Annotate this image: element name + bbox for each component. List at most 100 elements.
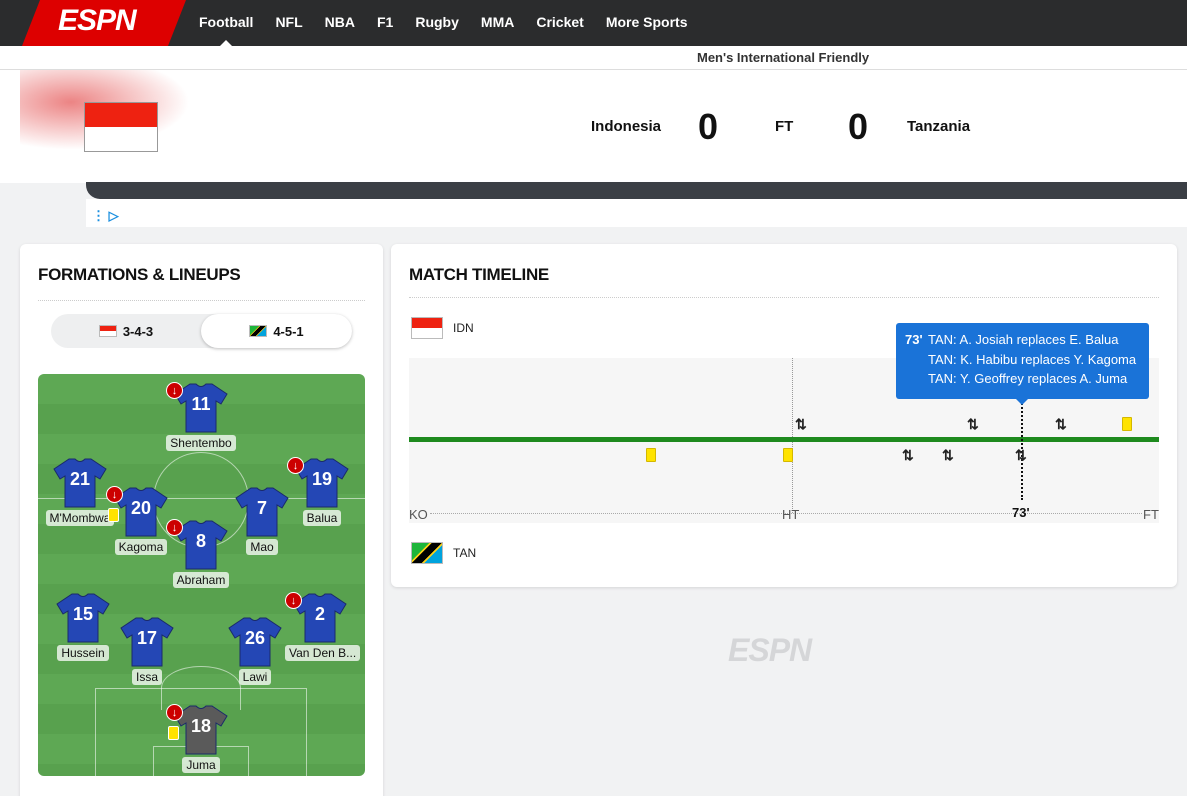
halftime-label: HT	[782, 507, 800, 522]
player-name: Juma	[182, 757, 220, 773]
player-18[interactable]: 18 Juma ↓	[166, 704, 236, 778]
nav-rugby[interactable]: Rugby	[404, 0, 470, 46]
home-team-name[interactable]: Indonesia	[591, 118, 661, 135]
player-name: Balua	[302, 510, 342, 526]
indonesia-flag-icon	[411, 317, 443, 339]
score-strip-bottom-bar	[86, 182, 1187, 199]
espn-logo[interactable]: ESPN	[58, 4, 137, 38]
divider	[409, 297, 1159, 298]
shirt-number: 20	[130, 498, 152, 518]
espn-watermark: ESPN	[728, 632, 812, 668]
timeline-bar	[409, 437, 1159, 442]
ad-strip	[86, 199, 1187, 227]
player-8[interactable]: 8 Abraham ↓	[166, 519, 236, 593]
player-name: Lawi	[238, 669, 272, 685]
nav-f1[interactable]: F1	[366, 0, 404, 46]
player-name: Issa	[131, 669, 162, 685]
fulltime-label: FT	[1143, 507, 1159, 522]
player-name: Abraham	[172, 572, 230, 588]
substitution-icon[interactable]: ⇅	[967, 416, 979, 433]
indonesia-flag-icon	[98, 325, 117, 337]
substitution-icon[interactable]: ⇅	[1055, 416, 1067, 433]
away-team-name[interactable]: Tanzania	[907, 118, 970, 135]
away-score: 0	[848, 106, 869, 147]
substituted-off-icon: ↓	[166, 704, 183, 721]
nav-cricket[interactable]: Cricket	[525, 0, 594, 46]
tooltip-minute: 73'	[905, 332, 923, 347]
player-19[interactable]: 19 Balua ↓	[287, 457, 357, 531]
shirt-icon: 21	[53, 457, 107, 509]
top-nav: ESPN Football NFL NBA F1 Rugby MMA Crick…	[0, 0, 1187, 46]
shirt-icon: 17	[120, 616, 174, 668]
substituted-off-icon: ↓	[287, 457, 304, 474]
nav-nfl[interactable]: NFL	[264, 0, 313, 46]
player-name: Kagoma	[114, 539, 168, 555]
yellow-card-icon	[168, 726, 179, 740]
substitution-icon[interactable]: ⇅	[1015, 447, 1027, 464]
substitution-icon[interactable]: ⇅	[795, 416, 807, 433]
ad-choices-icon[interactable]: ⋮ ▷	[92, 208, 119, 224]
player-21[interactable]: 21 M'Mombwa	[45, 457, 115, 531]
kickoff-label: KO	[409, 507, 428, 522]
indonesia-flag-icon	[84, 102, 158, 152]
divider	[38, 300, 365, 301]
nav-more-sports[interactable]: More Sports	[595, 0, 699, 46]
shirt-number: 17	[136, 628, 158, 648]
timeline-title: MATCH TIMELINE	[409, 265, 549, 284]
player-name: Shentembo	[166, 435, 236, 451]
yellow-card-icon[interactable]	[646, 448, 656, 462]
formations-title: FORMATIONS & LINEUPS	[38, 265, 241, 284]
nav-football[interactable]: Football	[188, 0, 264, 46]
substituted-off-icon: ↓	[166, 382, 183, 399]
shirt-number: 19	[311, 469, 333, 489]
yellow-card-icon[interactable]	[783, 448, 793, 462]
shirt-icon: 7	[235, 486, 289, 538]
yellow-card-icon	[108, 508, 119, 522]
substituted-off-icon: ↓	[106, 486, 123, 503]
player-11[interactable]: 11 Shentembo ↓	[166, 382, 236, 456]
formation-toggle: 3-4-3 4-5-1	[51, 314, 352, 348]
shirt-number: 11	[191, 394, 211, 414]
shirt-icon: 15	[56, 592, 110, 644]
player-name: Hussein	[57, 645, 109, 661]
player-26[interactable]: 26 Lawi	[220, 616, 290, 690]
shirt-number: 26	[244, 628, 266, 648]
away-formation-label: 4-5-1	[273, 323, 304, 339]
nav-nba[interactable]: NBA	[314, 0, 366, 46]
shirt-number: 8	[195, 531, 206, 551]
shirt-number: 15	[72, 604, 94, 624]
timeline-away-abbr: TAN	[453, 546, 477, 560]
nav-mma[interactable]: MMA	[470, 0, 525, 46]
substitution-icon[interactable]: ⇅	[902, 447, 914, 464]
player-2[interactable]: 2 Van Den B... ↓	[285, 592, 361, 666]
tanzania-flag-icon	[411, 542, 443, 564]
home-score: 0	[698, 106, 719, 147]
shirt-icon: 26	[228, 616, 282, 668]
tanzania-flag-icon	[249, 325, 268, 337]
tooltip-event: TAN: A. Josiah replaces E. Balua	[928, 332, 1119, 347]
event-tooltip: 73' TAN: A. Josiah replaces E. Balua TAN…	[896, 323, 1149, 405]
nav-links: Football NFL NBA F1 Rugby MMA Cricket Mo…	[188, 0, 699, 46]
player-15[interactable]: 15 Hussein	[48, 592, 118, 666]
shirt-number: 2	[314, 604, 325, 624]
tooltip-event: TAN: K. Habibu replaces Y. Kagoma	[928, 352, 1137, 367]
home-formation-label: 3-4-3	[122, 323, 154, 339]
halftime-marker	[792, 358, 793, 513]
match-status: FT	[775, 118, 794, 135]
competition-name: Men's International Friendly	[697, 50, 870, 65]
competition-header: Men's International Friendly	[0, 46, 1187, 70]
player-name: Van Den B...	[285, 645, 361, 661]
shirt-number: 18	[190, 716, 212, 736]
tooltip-event: TAN: Y. Geoffrey replaces A. Juma	[928, 371, 1128, 386]
home-formation-tab[interactable]: 3-4-3	[51, 314, 201, 348]
away-formation-tab[interactable]: 4-5-1	[201, 314, 352, 348]
yellow-card-icon[interactable]	[1122, 417, 1132, 431]
selected-minute-label: 73'	[1012, 505, 1030, 520]
timeline-home-abbr: IDN	[453, 321, 474, 335]
shirt-number: 7	[256, 498, 267, 518]
player-name: M'Mombwa	[45, 510, 115, 526]
player-name: Mao	[246, 539, 278, 555]
substitution-icon[interactable]: ⇅	[942, 447, 954, 464]
player-17[interactable]: 17 Issa	[112, 616, 182, 690]
shirt-number: 21	[69, 469, 91, 489]
